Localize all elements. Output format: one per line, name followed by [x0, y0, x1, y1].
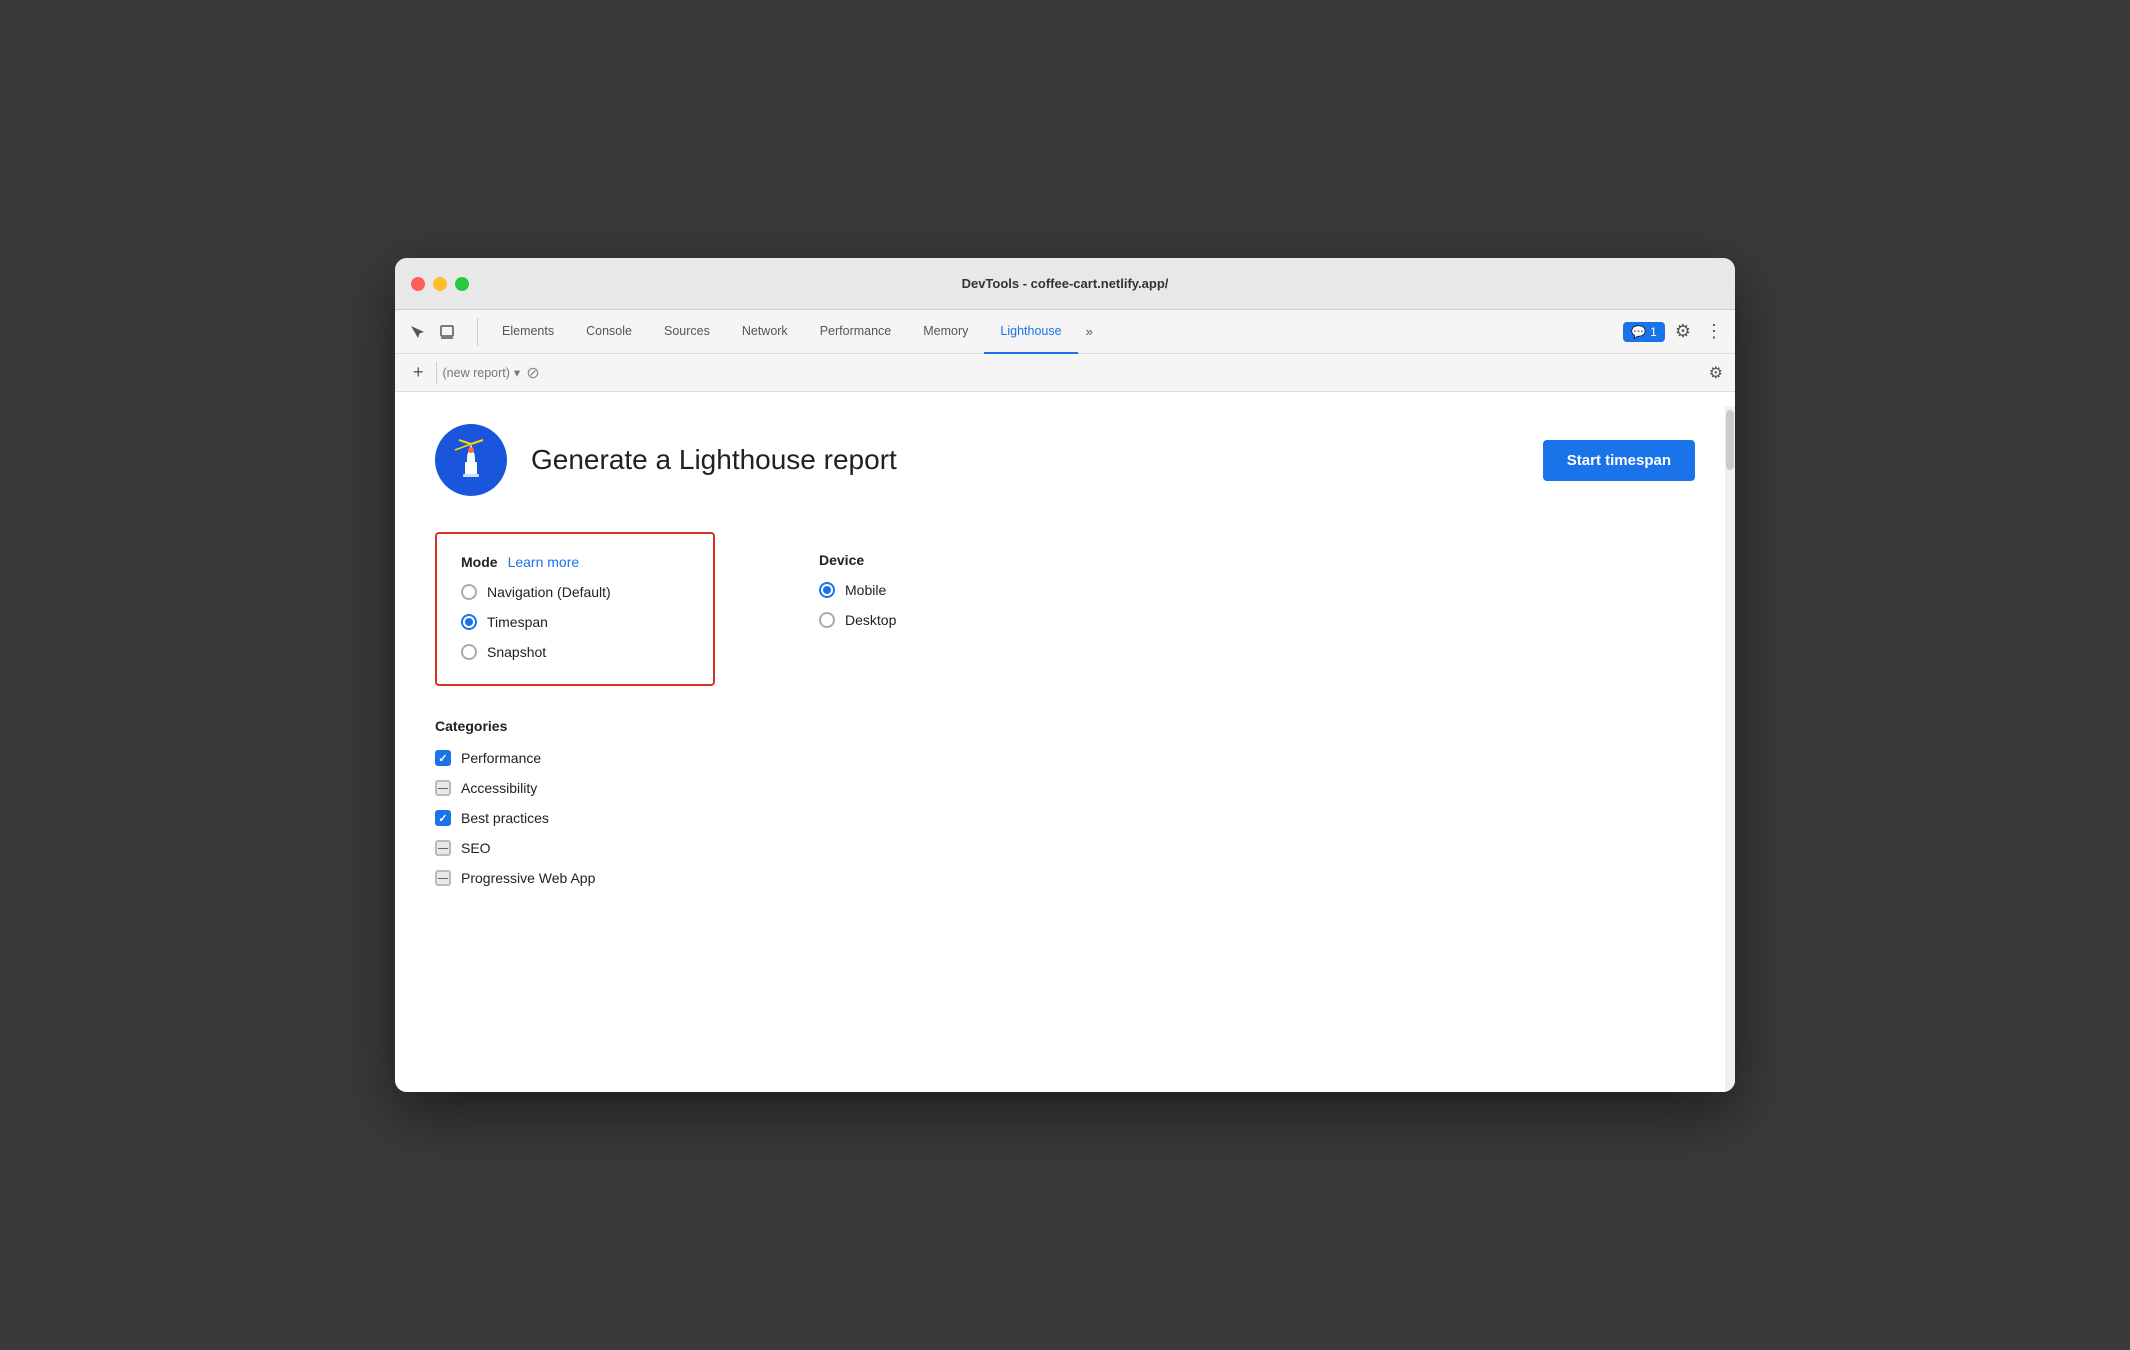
window-title: DevTools - coffee-cart.netlify.app/: [962, 276, 1169, 291]
toolbar-divider: [477, 318, 478, 346]
accessibility-checkbox: [435, 780, 451, 796]
more-tabs-button[interactable]: »: [1078, 324, 1101, 339]
mode-radio-group: Navigation (Default) Timespan Snapshot: [461, 584, 685, 660]
tab-network[interactable]: Network: [726, 310, 804, 354]
snapshot-radio: [461, 644, 477, 660]
device-radio-group: Mobile Desktop: [819, 582, 967, 628]
category-seo[interactable]: SEO: [435, 840, 1695, 856]
report-settings-icon[interactable]: ⚙: [1709, 363, 1723, 383]
tab-sources[interactable]: Sources: [648, 310, 726, 354]
inspect-icon[interactable]: [433, 318, 461, 346]
report-bar: + (new report) ▾ ⊘ ⚙: [395, 354, 1735, 392]
tab-console[interactable]: Console: [570, 310, 648, 354]
categories-section: Categories Performance Accessibility Bes…: [435, 718, 1695, 886]
performance-checkbox: [435, 750, 451, 766]
tab-memory[interactable]: Memory: [907, 310, 984, 354]
cursor-icon[interactable]: [403, 318, 431, 346]
maximize-button[interactable]: [455, 277, 469, 291]
learn-more-link[interactable]: Learn more: [508, 554, 580, 570]
scrollbar[interactable]: [1725, 406, 1735, 1092]
category-performance[interactable]: Performance: [435, 750, 1695, 766]
settings-button[interactable]: ⚙: [1671, 317, 1695, 346]
chat-icon: 💬: [1631, 325, 1646, 339]
add-report-button[interactable]: +: [407, 360, 430, 385]
category-best-practices[interactable]: Best practices: [435, 810, 1695, 826]
device-title: Device: [819, 552, 967, 568]
mobile-radio: [819, 582, 835, 598]
traffic-lights: [411, 277, 469, 291]
device-desktop-option[interactable]: Desktop: [819, 612, 967, 628]
devtools-toolbar: Elements Console Sources Network Perform…: [395, 310, 1735, 354]
category-accessibility[interactable]: Accessibility: [435, 780, 1695, 796]
page-title: Generate a Lighthouse report: [531, 444, 1543, 476]
tab-nav: Elements Console Sources Network Perform…: [486, 310, 1619, 353]
chat-badge[interactable]: 💬 1: [1623, 322, 1665, 342]
navigation-radio: [461, 584, 477, 600]
timespan-radio: [461, 614, 477, 630]
categories-title: Categories: [435, 718, 1695, 734]
report-bar-divider: [436, 362, 437, 384]
mode-device-row: Mode Learn more Navigation (Default) Tim…: [435, 532, 1695, 686]
device-section: Device Mobile Desktop: [795, 532, 995, 686]
no-entry-icon: ⊘: [526, 363, 539, 383]
chevron-down-icon: ▾: [514, 365, 520, 380]
tab-performance[interactable]: Performance: [804, 310, 908, 354]
main-content: Generate a Lighthouse report Start times…: [395, 392, 1735, 1092]
seo-checkbox: [435, 840, 451, 856]
more-options-button[interactable]: ⋮: [1701, 317, 1727, 346]
tab-lighthouse[interactable]: Lighthouse: [984, 310, 1077, 354]
device-mobile-option[interactable]: Mobile: [819, 582, 967, 598]
mode-section: Mode Learn more Navigation (Default) Tim…: [435, 532, 715, 686]
toolbar-right: 💬 1 ⚙ ⋮: [1623, 317, 1727, 346]
scrollbar-thumb[interactable]: [1726, 410, 1734, 470]
mode-timespan-option[interactable]: Timespan: [461, 614, 685, 630]
toolbar-icons: [403, 318, 461, 346]
minimize-button[interactable]: [433, 277, 447, 291]
mode-title: Mode: [461, 554, 498, 570]
lighthouse-logo: [435, 424, 507, 496]
mode-navigation-option[interactable]: Navigation (Default): [461, 584, 685, 600]
mode-snapshot-option[interactable]: Snapshot: [461, 644, 685, 660]
category-pwa[interactable]: Progressive Web App: [435, 870, 1695, 886]
report-select[interactable]: (new report) ▾: [443, 365, 521, 380]
best-practices-checkbox: [435, 810, 451, 826]
pwa-checkbox: [435, 870, 451, 886]
title-bar: DevTools - coffee-cart.netlify.app/: [395, 258, 1735, 310]
tab-elements[interactable]: Elements: [486, 310, 570, 354]
start-timespan-button[interactable]: Start timespan: [1543, 440, 1695, 481]
desktop-radio: [819, 612, 835, 628]
close-button[interactable]: [411, 277, 425, 291]
categories-checkbox-group: Performance Accessibility Best practices…: [435, 750, 1695, 886]
lighthouse-header: Generate a Lighthouse report Start times…: [435, 424, 1695, 496]
